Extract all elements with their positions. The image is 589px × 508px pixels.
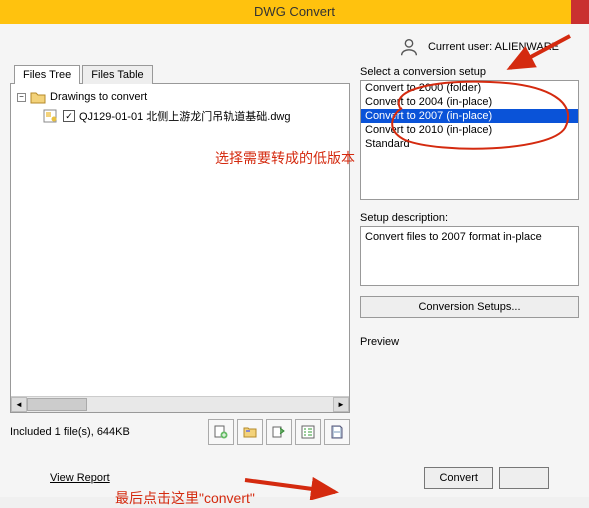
remove-file-button[interactable] xyxy=(266,419,292,445)
tree-root-row[interactable]: − Drawings to convert xyxy=(17,90,343,104)
collapse-icon[interactable]: − xyxy=(17,93,26,102)
setup-description-text: Convert files to 2007 format in-place xyxy=(365,231,542,243)
user-icon xyxy=(398,36,420,58)
file-checkbox[interactable]: ✓ xyxy=(63,110,75,122)
conversion-setup-list[interactable]: Convert to 2000 (folder) Convert to 2004… xyxy=(360,80,579,200)
tree-root-label: Drawings to convert xyxy=(50,91,147,103)
scroll-thumb[interactable] xyxy=(27,398,87,411)
save-button[interactable] xyxy=(324,419,350,445)
setup-item[interactable]: Convert to 2000 (folder) xyxy=(361,81,578,95)
tree-file-label: QJ129-01-01 北侧上游龙门吊轨道基础.dwg xyxy=(79,108,291,124)
files-tree-panel: − Drawings to convert ✓ QJ129-01-01 北侧上游… xyxy=(10,83,350,413)
tab-files-table[interactable]: Files Table xyxy=(82,65,152,84)
secondary-button[interactable] xyxy=(499,467,549,489)
dwg-file-icon xyxy=(43,109,59,123)
window-title: DWG Convert xyxy=(254,4,335,19)
setup-description-label: Setup description: xyxy=(360,212,579,224)
setup-description-box: Convert files to 2007 format in-place xyxy=(360,226,579,286)
select-setup-label: Select a conversion setup xyxy=(360,66,579,78)
view-report-link[interactable]: View Report xyxy=(50,472,110,484)
setup-item[interactable]: Convert to 2004 (in-place) xyxy=(361,95,578,109)
close-icon[interactable] xyxy=(571,0,589,24)
tab-files-tree[interactable]: Files Tree xyxy=(14,65,80,84)
list-button[interactable] xyxy=(295,419,321,445)
preview-label: Preview xyxy=(360,336,579,348)
folder-icon xyxy=(30,90,46,104)
tree-file-row[interactable]: ✓ QJ129-01-01 北侧上游龙门吊轨道基础.dwg xyxy=(43,108,343,124)
current-user-label: Current user: ALIENWARE xyxy=(428,41,559,53)
setup-item[interactable]: Standard xyxy=(361,137,578,151)
add-folder-button[interactable] xyxy=(237,419,263,445)
convert-button[interactable]: Convert xyxy=(424,467,493,489)
scroll-right-icon[interactable]: ► xyxy=(333,397,349,412)
setup-item[interactable]: Convert to 2010 (in-place) xyxy=(361,123,578,137)
scroll-left-icon[interactable]: ◄ xyxy=(11,397,27,412)
horizontal-scrollbar[interactable]: ◄ ► xyxy=(11,396,349,412)
status-text: Included 1 file(s), 644KB xyxy=(10,426,205,438)
setup-item[interactable]: Convert to 2007 (in-place) xyxy=(361,109,578,123)
conversion-setups-button[interactable]: Conversion Setups... xyxy=(360,296,579,318)
add-file-button[interactable] xyxy=(208,419,234,445)
window-titlebar: DWG Convert xyxy=(0,0,589,24)
